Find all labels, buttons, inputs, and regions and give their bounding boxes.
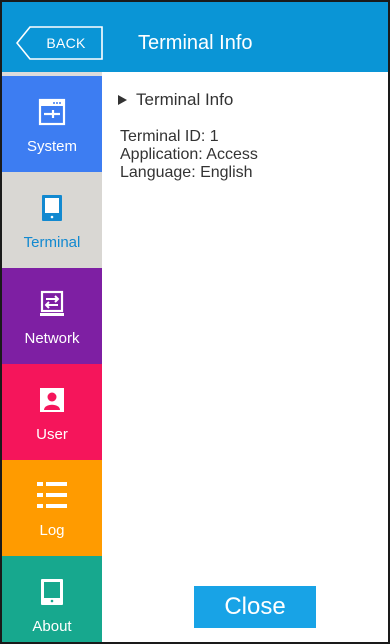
back-label: BACK — [46, 35, 86, 51]
sidebar-item-label: Terminal — [23, 234, 81, 251]
log-icon — [37, 482, 67, 508]
sidebar-item-about[interactable]: About — [2, 556, 102, 642]
network-icon — [40, 290, 64, 316]
terminal-id-text: Terminal ID: 1 — [120, 128, 219, 145]
terminal-info-list: Terminal ID: 1 Application: Access Langu… — [120, 128, 258, 182]
sidebar-item-label: User — [36, 426, 68, 443]
sidebar-item-label: System — [26, 138, 77, 155]
sidebar-item-log[interactable]: Log — [2, 460, 102, 556]
sidebar-item-network[interactable]: Network — [2, 268, 102, 364]
app-window: BACK Terminal Info System Terminal Netwo… — [0, 0, 390, 644]
system-icon — [38, 98, 66, 126]
sidebar-item-user[interactable]: User — [2, 364, 102, 460]
terminal-icon — [42, 195, 62, 221]
sidebar-item-label: Log — [39, 522, 65, 539]
section-title: Terminal Info — [136, 90, 234, 109]
back-button[interactable]: BACK — [16, 26, 104, 60]
close-button[interactable]: Close — [194, 586, 316, 628]
sidebar-item-label: Network — [24, 330, 80, 347]
language-text: Language: English — [120, 164, 253, 181]
sidebar-item-system[interactable]: System — [2, 76, 102, 172]
header-bar: BACK Terminal Info — [2, 2, 388, 72]
main-content: Terminal Info Terminal ID: 1 Application… — [102, 72, 388, 642]
about-icon — [41, 579, 63, 605]
sidebar: System Terminal Network User Log About — [2, 72, 102, 642]
triangle-right-icon — [118, 95, 127, 105]
page-title: Terminal Info — [138, 32, 253, 54]
section-header: Terminal Info — [118, 90, 233, 110]
application-text: Application: Access — [120, 146, 258, 163]
sidebar-item-terminal[interactable]: Terminal — [2, 172, 102, 268]
sidebar-item-label: About — [32, 618, 72, 635]
user-icon — [40, 388, 64, 412]
